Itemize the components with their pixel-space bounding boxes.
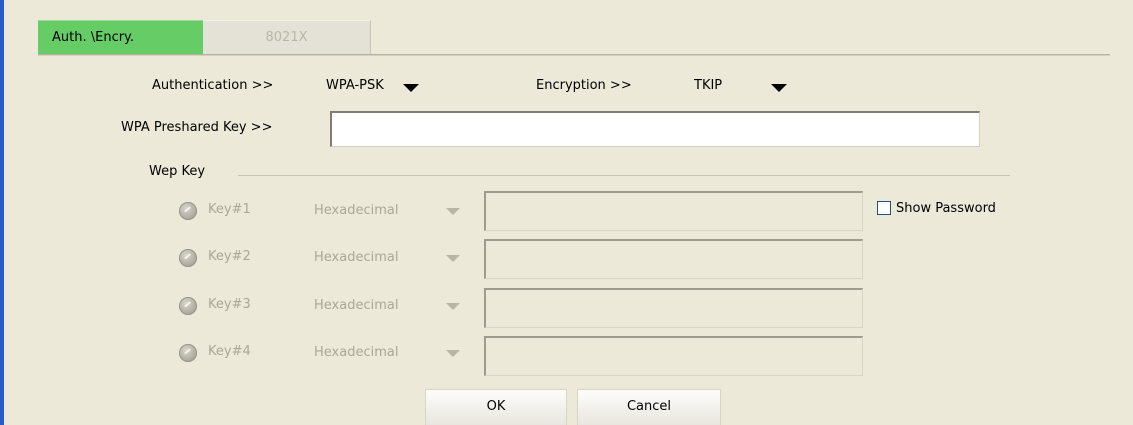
key3-input[interactable]: [484, 288, 863, 328]
show-password-checkbox[interactable]: [877, 201, 891, 215]
key2-input[interactable]: [484, 239, 863, 279]
wep-group-divider: [238, 175, 1010, 176]
key3-dropdown-icon[interactable]: [446, 303, 460, 310]
key3-radio-icon[interactable]: [179, 297, 197, 315]
tab-bar: Auth. \Encry. 8021X: [38, 20, 371, 54]
key1-format-select[interactable]: Hexadecimal: [314, 203, 398, 218]
key2-dropdown-icon[interactable]: [446, 255, 460, 262]
psk-input[interactable]: [330, 111, 980, 147]
key2-label: Key#2: [208, 249, 251, 264]
authentication-select[interactable]: WPA-PSK: [326, 78, 384, 93]
key3-label: Key#3: [208, 297, 251, 312]
key4-label: Key#4: [208, 344, 251, 359]
authentication-label: Authentication >>: [152, 78, 274, 93]
ok-button[interactable]: OK: [425, 389, 567, 425]
psk-label: WPA Preshared Key >>: [121, 120, 273, 135]
show-password-label[interactable]: Show Password: [896, 201, 996, 216]
tab-8021x[interactable]: 8021X: [203, 20, 371, 54]
encryption-dropdown-icon[interactable]: [771, 84, 787, 92]
key4-radio-icon[interactable]: [179, 344, 197, 362]
key4-dropdown-icon[interactable]: [446, 350, 460, 357]
key2-radio-icon[interactable]: [179, 249, 197, 267]
key1-radio-icon[interactable]: [179, 202, 197, 220]
authentication-dropdown-icon[interactable]: [403, 84, 419, 92]
encryption-select[interactable]: TKIP: [694, 78, 722, 93]
key3-format-select[interactable]: Hexadecimal: [314, 298, 398, 313]
key4-input[interactable]: [484, 336, 863, 376]
key2-format-select[interactable]: Hexadecimal: [314, 250, 398, 265]
tab-divider: [38, 54, 1110, 56]
window-left-border: [0, 0, 4, 425]
cancel-button[interactable]: Cancel: [577, 389, 721, 425]
encryption-label: Encryption >>: [536, 78, 632, 93]
wep-key-group-label: Wep Key: [149, 164, 206, 179]
tab-auth-encry[interactable]: Auth. \Encry.: [38, 20, 203, 54]
key4-format-select[interactable]: Hexadecimal: [314, 345, 398, 360]
key1-label: Key#1: [208, 202, 251, 217]
key1-input[interactable]: [484, 191, 863, 231]
key1-dropdown-icon[interactable]: [446, 208, 460, 215]
